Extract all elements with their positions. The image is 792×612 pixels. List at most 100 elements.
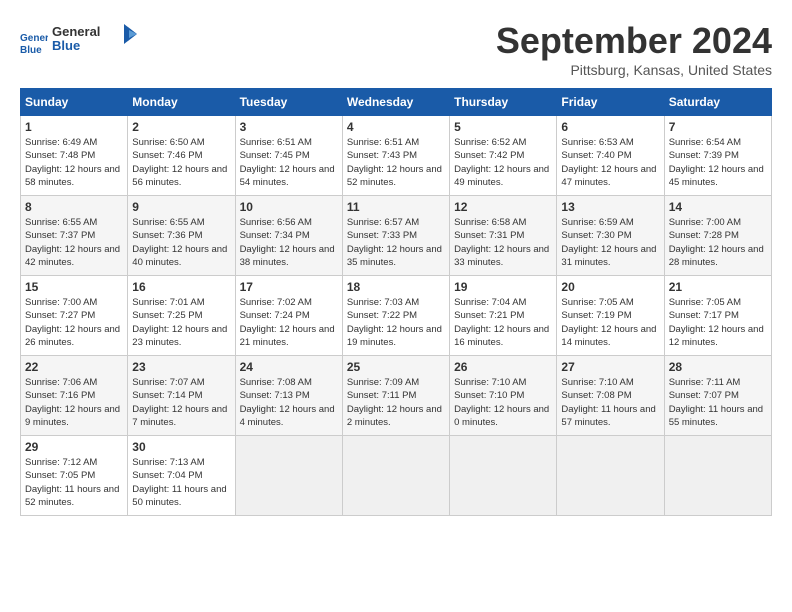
day-info: Sunrise: 7:07 AM Sunset: 7:14 PM Dayligh… [132,376,230,429]
calendar-cell: 29 Sunrise: 7:12 AM Sunset: 7:05 PM Dayl… [21,436,128,516]
day-number: 29 [25,440,123,454]
day-number: 22 [25,360,123,374]
day-info: Sunrise: 7:05 AM Sunset: 7:19 PM Dayligh… [561,296,659,349]
calendar-week-row: 8 Sunrise: 6:55 AM Sunset: 7:37 PM Dayli… [21,196,772,276]
day-number: 11 [347,200,445,214]
day-number: 5 [454,120,552,134]
calendar-cell: 4 Sunrise: 6:51 AM Sunset: 7:43 PM Dayli… [342,116,449,196]
day-number: 28 [669,360,767,374]
day-number: 24 [240,360,338,374]
day-info: Sunrise: 6:58 AM Sunset: 7:31 PM Dayligh… [454,216,552,269]
calendar-header-row: Sunday Monday Tuesday Wednesday Thursday… [21,89,772,116]
day-number: 4 [347,120,445,134]
day-info: Sunrise: 7:06 AM Sunset: 7:16 PM Dayligh… [25,376,123,429]
calendar-cell [557,436,664,516]
day-info: Sunrise: 7:10 AM Sunset: 7:08 PM Dayligh… [561,376,659,429]
calendar-cell: 3 Sunrise: 6:51 AM Sunset: 7:45 PM Dayli… [235,116,342,196]
day-number: 25 [347,360,445,374]
calendar-cell: 9 Sunrise: 6:55 AM Sunset: 7:36 PM Dayli… [128,196,235,276]
col-tuesday: Tuesday [235,89,342,116]
calendar-cell: 5 Sunrise: 6:52 AM Sunset: 7:42 PM Dayli… [450,116,557,196]
month-title: September 2024 [496,20,772,62]
calendar-cell [450,436,557,516]
day-info: Sunrise: 7:02 AM Sunset: 7:24 PM Dayligh… [240,296,338,349]
day-number: 16 [132,280,230,294]
calendar-cell: 7 Sunrise: 6:54 AM Sunset: 7:39 PM Dayli… [664,116,771,196]
title-block: September 2024 Pittsburg, Kansas, United… [496,20,772,78]
day-info: Sunrise: 6:53 AM Sunset: 7:40 PM Dayligh… [561,136,659,189]
logo-svg: General Blue [52,20,142,56]
day-number: 20 [561,280,659,294]
day-number: 7 [669,120,767,134]
calendar-cell: 30 Sunrise: 7:13 AM Sunset: 7:04 PM Dayl… [128,436,235,516]
col-sunday: Sunday [21,89,128,116]
day-number: 14 [669,200,767,214]
calendar-table: Sunday Monday Tuesday Wednesday Thursday… [20,88,772,516]
day-info: Sunrise: 7:00 AM Sunset: 7:27 PM Dayligh… [25,296,123,349]
day-info: Sunrise: 6:55 AM Sunset: 7:36 PM Dayligh… [132,216,230,269]
col-monday: Monday [128,89,235,116]
calendar-cell: 23 Sunrise: 7:07 AM Sunset: 7:14 PM Dayl… [128,356,235,436]
calendar-cell: 17 Sunrise: 7:02 AM Sunset: 7:24 PM Dayl… [235,276,342,356]
day-number: 26 [454,360,552,374]
calendar-cell: 6 Sunrise: 6:53 AM Sunset: 7:40 PM Dayli… [557,116,664,196]
day-number: 12 [454,200,552,214]
calendar-cell: 8 Sunrise: 6:55 AM Sunset: 7:37 PM Dayli… [21,196,128,276]
calendar-cell: 20 Sunrise: 7:05 AM Sunset: 7:19 PM Dayl… [557,276,664,356]
page-header: General Blue General Blue September 2024… [20,20,772,78]
calendar-cell: 24 Sunrise: 7:08 AM Sunset: 7:13 PM Dayl… [235,356,342,436]
day-info: Sunrise: 7:08 AM Sunset: 7:13 PM Dayligh… [240,376,338,429]
day-info: Sunrise: 7:00 AM Sunset: 7:28 PM Dayligh… [669,216,767,269]
day-number: 23 [132,360,230,374]
col-thursday: Thursday [450,89,557,116]
calendar-cell: 13 Sunrise: 6:59 AM Sunset: 7:30 PM Dayl… [557,196,664,276]
calendar-cell: 18 Sunrise: 7:03 AM Sunset: 7:22 PM Dayl… [342,276,449,356]
svg-text:General: General [52,24,100,39]
day-info: Sunrise: 6:51 AM Sunset: 7:43 PM Dayligh… [347,136,445,189]
calendar-cell: 26 Sunrise: 7:10 AM Sunset: 7:10 PM Dayl… [450,356,557,436]
day-info: Sunrise: 7:12 AM Sunset: 7:05 PM Dayligh… [25,456,123,509]
day-number: 1 [25,120,123,134]
day-info: Sunrise: 6:59 AM Sunset: 7:30 PM Dayligh… [561,216,659,269]
calendar-cell [342,436,449,516]
day-info: Sunrise: 6:49 AM Sunset: 7:48 PM Dayligh… [25,136,123,189]
calendar-cell: 15 Sunrise: 7:00 AM Sunset: 7:27 PM Dayl… [21,276,128,356]
day-number: 10 [240,200,338,214]
day-info: Sunrise: 7:10 AM Sunset: 7:10 PM Dayligh… [454,376,552,429]
svg-text:Blue: Blue [52,38,80,53]
svg-text:General: General [20,33,48,44]
calendar-cell: 22 Sunrise: 7:06 AM Sunset: 7:16 PM Dayl… [21,356,128,436]
day-number: 13 [561,200,659,214]
calendar-cell [235,436,342,516]
day-info: Sunrise: 6:57 AM Sunset: 7:33 PM Dayligh… [347,216,445,269]
day-info: Sunrise: 6:56 AM Sunset: 7:34 PM Dayligh… [240,216,338,269]
day-number: 27 [561,360,659,374]
calendar-cell: 12 Sunrise: 6:58 AM Sunset: 7:31 PM Dayl… [450,196,557,276]
calendar-cell: 27 Sunrise: 7:10 AM Sunset: 7:08 PM Dayl… [557,356,664,436]
day-number: 17 [240,280,338,294]
day-number: 9 [132,200,230,214]
day-number: 30 [132,440,230,454]
day-number: 2 [132,120,230,134]
day-info: Sunrise: 7:04 AM Sunset: 7:21 PM Dayligh… [454,296,552,349]
calendar-cell: 19 Sunrise: 7:04 AM Sunset: 7:21 PM Dayl… [450,276,557,356]
col-wednesday: Wednesday [342,89,449,116]
day-info: Sunrise: 7:13 AM Sunset: 7:04 PM Dayligh… [132,456,230,509]
day-number: 21 [669,280,767,294]
calendar-week-row: 15 Sunrise: 7:00 AM Sunset: 7:27 PM Dayl… [21,276,772,356]
logo-icon: General Blue [20,27,48,55]
day-number: 19 [454,280,552,294]
calendar-cell: 14 Sunrise: 7:00 AM Sunset: 7:28 PM Dayl… [664,196,771,276]
location: Pittsburg, Kansas, United States [496,62,772,78]
day-number: 15 [25,280,123,294]
calendar-cell: 21 Sunrise: 7:05 AM Sunset: 7:17 PM Dayl… [664,276,771,356]
day-number: 6 [561,120,659,134]
calendar-cell: 16 Sunrise: 7:01 AM Sunset: 7:25 PM Dayl… [128,276,235,356]
calendar-cell: 1 Sunrise: 6:49 AM Sunset: 7:48 PM Dayli… [21,116,128,196]
day-info: Sunrise: 7:11 AM Sunset: 7:07 PM Dayligh… [669,376,767,429]
day-info: Sunrise: 7:01 AM Sunset: 7:25 PM Dayligh… [132,296,230,349]
day-info: Sunrise: 6:55 AM Sunset: 7:37 PM Dayligh… [25,216,123,269]
calendar-week-row: 29 Sunrise: 7:12 AM Sunset: 7:05 PM Dayl… [21,436,772,516]
calendar-cell: 2 Sunrise: 6:50 AM Sunset: 7:46 PM Dayli… [128,116,235,196]
calendar-body: 1 Sunrise: 6:49 AM Sunset: 7:48 PM Dayli… [21,116,772,516]
